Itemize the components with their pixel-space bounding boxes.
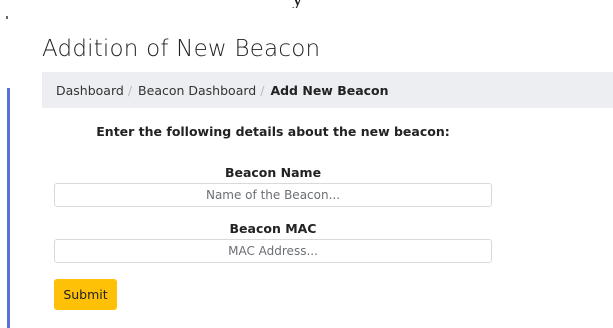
submit-button[interactable]: Submit xyxy=(54,279,117,310)
beacon-mac-input[interactable] xyxy=(54,239,492,263)
accent-bar xyxy=(7,88,10,328)
clipped-glyph: y xyxy=(292,0,303,8)
breadcrumb-dashboard-link[interactable]: Dashboard xyxy=(56,83,124,98)
clipped-header-text: y xyxy=(0,0,613,8)
form-instructions: Enter the following details about the ne… xyxy=(96,124,450,139)
edge-tick xyxy=(6,16,8,19)
breadcrumb-current: Add New Beacon xyxy=(270,82,389,98)
beacon-name-input[interactable] xyxy=(54,183,492,207)
page-title: Addition of New Beacon xyxy=(42,36,321,62)
breadcrumb-separator: / xyxy=(127,82,133,98)
beacon-name-label: Beacon Name xyxy=(224,165,322,180)
breadcrumb-separator: / xyxy=(260,82,265,98)
breadcrumb-beacon-dashboard-link[interactable]: Beacon Dashboard xyxy=(138,83,256,98)
beacon-mac-label: Beacon MAC xyxy=(229,221,317,236)
breadcrumb: Dashboard / Beacon Dashboard / Add New B… xyxy=(42,72,613,108)
